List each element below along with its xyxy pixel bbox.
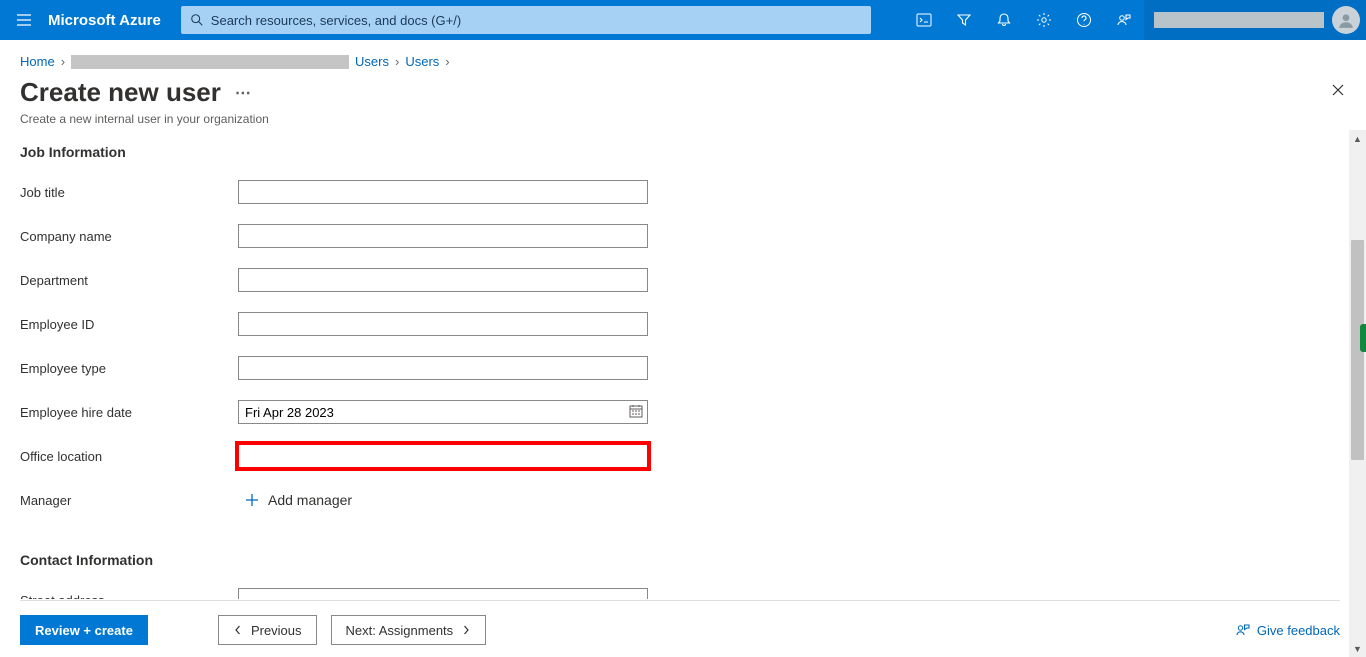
chevron-right-icon	[461, 625, 471, 635]
global-search[interactable]	[181, 6, 871, 34]
scroll-down-button[interactable]: ▼	[1349, 640, 1366, 657]
scrollbar[interactable]: ▲ ▼	[1349, 130, 1366, 657]
chevron-left-icon	[233, 625, 243, 635]
previous-label: Previous	[251, 623, 302, 638]
account-email-masked	[1154, 12, 1324, 28]
avatar[interactable]	[1332, 6, 1360, 34]
chevron-right-icon: ›	[61, 54, 65, 69]
add-manager-label: Add manager	[268, 492, 352, 508]
brand-label[interactable]: Microsoft Azure	[48, 12, 181, 29]
input-job-title[interactable]	[238, 180, 648, 204]
breadcrumb-users-1[interactable]: Users	[355, 54, 389, 69]
directory-filter-button[interactable]	[944, 0, 984, 40]
help-icon	[1076, 12, 1092, 28]
label-employee-id: Employee ID	[20, 317, 238, 332]
notifications-button[interactable]	[984, 0, 1024, 40]
person-feedback-icon	[1116, 12, 1132, 28]
page-subtitle: Create a new internal user in your organ…	[0, 110, 1366, 140]
label-job-title: Job title	[20, 185, 238, 200]
breadcrumb: Home › Users › Users ›	[0, 40, 1366, 73]
give-feedback-link[interactable]: Give feedback	[1235, 622, 1340, 638]
label-employee-hire-date: Employee hire date	[20, 405, 238, 420]
filter-icon	[956, 12, 972, 28]
input-employee-id[interactable]	[238, 312, 648, 336]
cloud-shell-button[interactable]	[904, 0, 944, 40]
input-company-name[interactable]	[238, 224, 648, 248]
chevron-right-icon: ›	[445, 54, 449, 69]
account-area[interactable]	[1144, 0, 1366, 40]
label-company-name: Company name	[20, 229, 238, 244]
close-icon	[1330, 82, 1346, 98]
close-blade-button[interactable]	[1330, 82, 1346, 103]
label-manager: Manager	[20, 493, 238, 508]
label-office-location: Office location	[20, 449, 238, 464]
calendar-picker-button[interactable]	[628, 403, 644, 424]
plus-icon	[244, 492, 260, 508]
footer-bar: Review + create Previous Next: Assignmen…	[20, 600, 1340, 645]
help-button[interactable]	[1064, 0, 1104, 40]
input-office-location[interactable]	[238, 444, 648, 468]
more-actions-button[interactable]: ⋯	[235, 83, 253, 103]
give-feedback-label: Give feedback	[1257, 623, 1340, 638]
breadcrumb-tenant-masked	[71, 55, 349, 69]
page-title: Create new user	[20, 77, 221, 108]
label-street-address: Street address	[20, 593, 238, 600]
section-job-information: Job Information	[20, 144, 1340, 160]
add-manager-button[interactable]: Add manager	[238, 492, 648, 508]
label-department: Department	[20, 273, 238, 288]
review-create-button[interactable]: Review + create	[20, 615, 148, 645]
hamburger-icon	[16, 12, 32, 28]
avatar-icon	[1337, 11, 1355, 29]
input-employee-type[interactable]	[238, 356, 648, 380]
person-feedback-icon	[1235, 622, 1251, 638]
breadcrumb-home[interactable]: Home	[20, 54, 55, 69]
review-create-label: Review + create	[35, 623, 133, 638]
hamburger-menu[interactable]	[0, 12, 48, 28]
calendar-icon	[628, 403, 644, 419]
input-employee-hire-date[interactable]	[238, 400, 648, 424]
scroll-up-button[interactable]: ▲	[1349, 130, 1366, 147]
section-contact-information: Contact Information	[20, 552, 1340, 568]
next-label: Next: Assignments	[346, 623, 454, 638]
gear-icon	[1036, 12, 1052, 28]
global-search-input[interactable]	[205, 13, 863, 28]
breadcrumb-users-2[interactable]: Users	[405, 54, 439, 69]
highlight-office-location	[238, 444, 648, 468]
side-indicator	[1360, 324, 1366, 352]
cloud-shell-icon	[916, 12, 932, 28]
form-area: Job Information Job title Company name D…	[20, 140, 1340, 599]
next-button[interactable]: Next: Assignments	[331, 615, 487, 645]
input-street-address[interactable]	[238, 588, 648, 599]
settings-button[interactable]	[1024, 0, 1064, 40]
chevron-right-icon: ›	[395, 54, 399, 69]
bell-icon	[996, 12, 1012, 28]
input-department[interactable]	[238, 268, 648, 292]
search-icon	[189, 13, 205, 27]
feedback-top-button[interactable]	[1104, 0, 1144, 40]
top-bar: Microsoft Azure	[0, 0, 1366, 40]
label-employee-type: Employee type	[20, 361, 238, 376]
title-bar: Create new user ⋯	[0, 73, 1366, 110]
previous-button[interactable]: Previous	[218, 615, 317, 645]
